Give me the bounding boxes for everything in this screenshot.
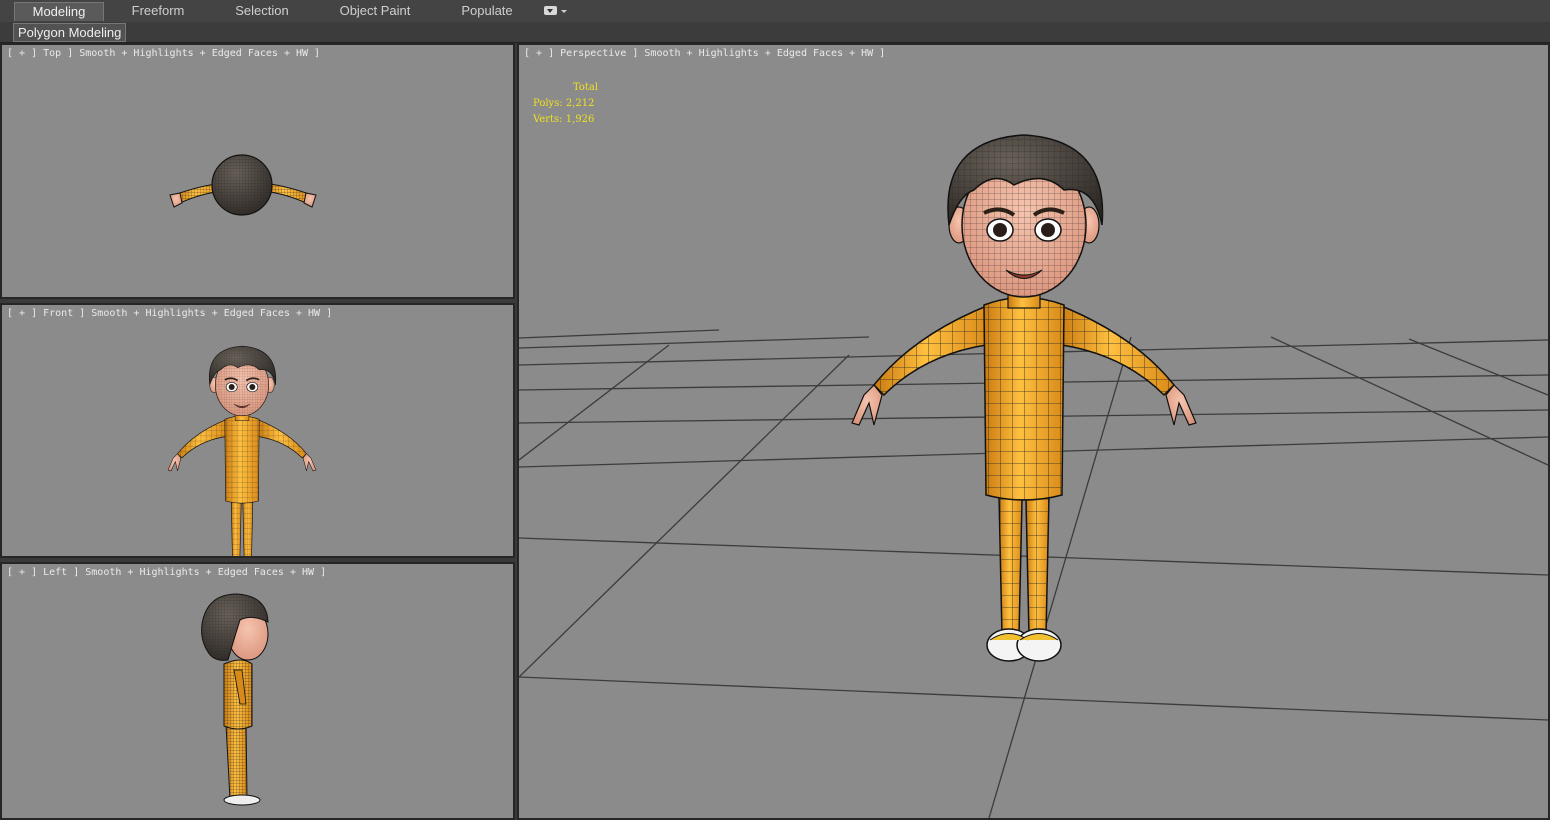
viewport-front[interactable]: [ + ] Front ] Smooth + Highlights + Edge…: [0, 303, 515, 558]
top-view-model: [169, 154, 317, 216]
sub-ribbon-bar: Polygon Modeling: [0, 22, 1550, 43]
left-view-model: [201, 593, 269, 806]
viewport-top[interactable]: [ + ] Top ] Smooth + Highlights + Edged …: [0, 43, 515, 299]
chevron-down-icon: [544, 6, 557, 15]
viewport-left[interactable]: [ + ] Left ] Smooth + Highlights + Edged…: [0, 562, 515, 820]
ribbon-dropdown-button[interactable]: [544, 6, 567, 17]
viewport-perspective[interactable]: [ + ] Perspective ] Smooth + Highlights …: [517, 43, 1550, 820]
tab-freeform[interactable]: Freeform: [112, 2, 204, 20]
perspective-grid-and-model: [519, 133, 1548, 818]
front-view-model: [167, 345, 317, 556]
tab-object-paint[interactable]: Object Paint: [322, 2, 428, 20]
tab-selection[interactable]: Selection: [216, 2, 308, 20]
tab-populate[interactable]: Populate: [448, 2, 526, 20]
small-arrow-icon: [561, 10, 567, 13]
tab-polygon-modeling[interactable]: Polygon Modeling: [13, 23, 127, 42]
tab-modeling[interactable]: Modeling: [14, 2, 104, 21]
ribbon-bar: Modeling Freeform Selection Object Paint…: [0, 0, 1550, 23]
